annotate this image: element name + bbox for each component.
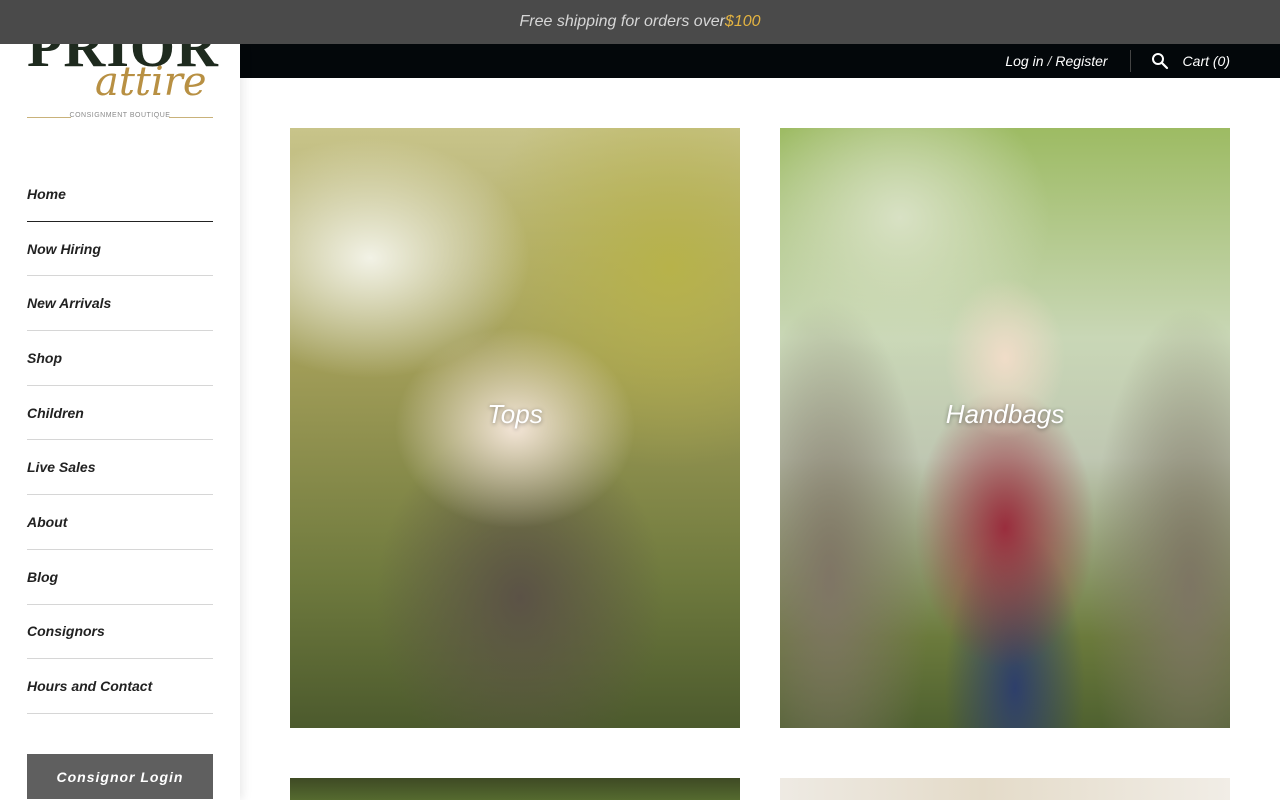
sidebar-item-consignors[interactable]: Consignors <box>27 605 213 660</box>
search-icon[interactable] <box>1151 52 1169 70</box>
sidebar-item-now-hiring[interactable]: Now Hiring <box>27 222 213 277</box>
collection-tile-row2-right[interactable] <box>780 778 1230 800</box>
logo-tagline: CONSIGNMENT BOUTIQUE <box>69 112 171 119</box>
sidebar-item-hours-and-contact[interactable]: Hours and Contact <box>27 659 213 714</box>
sidebar-item-blog[interactable]: Blog <box>27 550 213 605</box>
collection-tile-tops[interactable]: Tops <box>290 128 740 728</box>
sidebar-item-new-arrivals[interactable]: New Arrivals <box>27 276 213 332</box>
announcement-amount: $100 <box>724 13 761 30</box>
header-bar: Log in / Register Cart (0) <box>240 44 1280 78</box>
sidebar-item-about[interactable]: About <box>27 495 213 550</box>
announcement-text: Free shipping for orders over <box>519 13 725 30</box>
sidebar-item-shop[interactable]: Shop <box>27 331 213 386</box>
logo-script: attire <box>95 59 207 105</box>
collection-label-handbags: Handbags <box>945 398 1065 429</box>
login-link[interactable]: Log in <box>1005 53 1043 69</box>
collection-tile-row2-left[interactable] <box>290 778 740 800</box>
register-link[interactable]: Register <box>1055 53 1107 69</box>
collection-tile-handbags[interactable]: Handbags <box>780 128 1230 728</box>
sidebar-nav: Home Now Hiring New Arrivals Shop Childr… <box>27 167 213 714</box>
header-divider <box>1129 50 1131 72</box>
sidebar: PRIOR attire CONSIGNMENT BOUTIQUE Home N… <box>0 44 240 800</box>
collection-label-tops: Tops <box>487 398 543 429</box>
login-register-separator: / <box>1047 53 1052 69</box>
consignor-login-button[interactable]: Consignor Login <box>27 754 213 799</box>
cart-link[interactable]: Cart (0) <box>1183 53 1230 69</box>
sidebar-item-live-sales[interactable]: Live Sales <box>27 440 213 496</box>
sidebar-item-home[interactable]: Home <box>27 167 213 222</box>
store-logo[interactable]: PRIOR attire CONSIGNMENT BOUTIQUE <box>27 44 218 124</box>
announcement-bar: Free shipping for orders over $100 <box>0 0 1280 44</box>
sidebar-item-children[interactable]: Children <box>27 386 213 441</box>
